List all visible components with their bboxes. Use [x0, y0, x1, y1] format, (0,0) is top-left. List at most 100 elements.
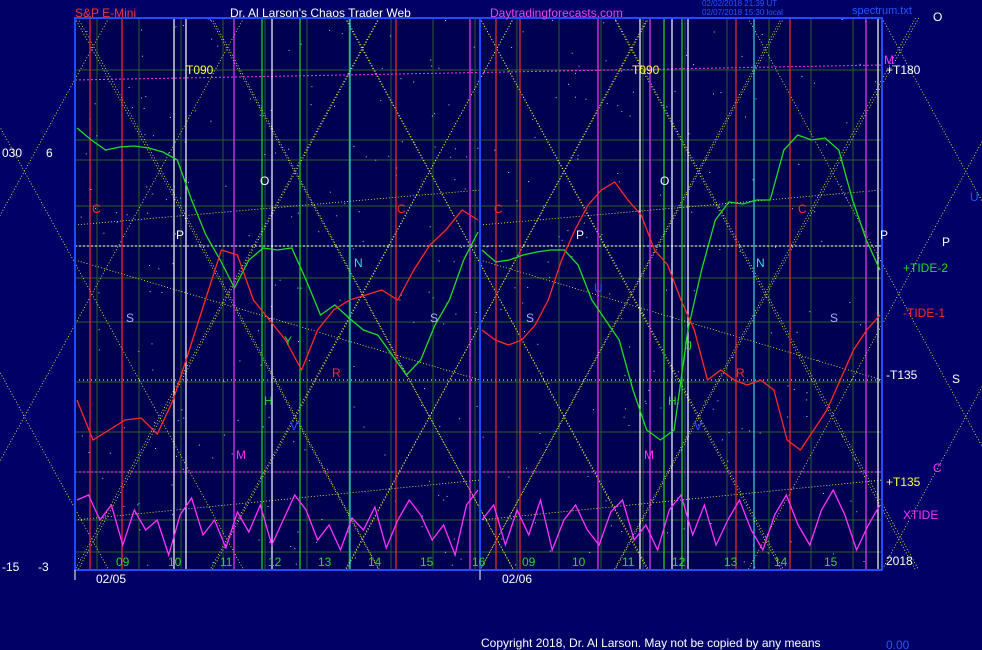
- star-dot: [212, 457, 214, 459]
- event-marker-R: R: [332, 366, 341, 380]
- star-dot: [720, 92, 722, 94]
- star-dot: [605, 60, 607, 62]
- star-dot: [304, 449, 306, 451]
- star-dot: [147, 212, 149, 214]
- event-marker-C: C: [92, 202, 101, 216]
- star-dot: [460, 558, 462, 560]
- star-dot: [231, 453, 233, 455]
- star-dot: [632, 91, 634, 93]
- star-dot: [605, 500, 607, 502]
- star-dot: [308, 359, 310, 361]
- event-marker-U: U: [594, 281, 603, 295]
- star-dot: [194, 110, 196, 112]
- star-dot: [514, 564, 516, 566]
- star-dot: [257, 330, 259, 332]
- chaos-trader-chart: 09 10 11 12 13 14 15 16 09 10 11 12 13 14 15 T090 O P N S S C…: [0, 0, 982, 650]
- right-label-c: C: [933, 461, 942, 475]
- star-dot: [298, 341, 299, 343]
- star-dot: [175, 26, 177, 28]
- hour-label: 10: [572, 555, 586, 569]
- star-dot: [643, 314, 645, 315]
- star-dot: [439, 425, 441, 427]
- star-dot: [193, 199, 195, 201]
- star-dot: [290, 546, 292, 547]
- star-dot: [341, 33, 343, 35]
- star-dot: [413, 321, 415, 323]
- star-dot: [141, 29, 142, 31]
- star-dot: [741, 428, 743, 430]
- star-dot: [624, 375, 626, 377]
- star-dot: [139, 529, 141, 531]
- star-dot: [645, 403, 647, 405]
- star-dot: [126, 214, 128, 216]
- star-dot: [859, 63, 861, 65]
- star-dot: [547, 261, 549, 263]
- symbol-title: S&P E-Mini: [75, 6, 137, 20]
- star-dot: [606, 103, 608, 105]
- star-dot: [138, 503, 140, 505]
- star-dot: [431, 65, 433, 67]
- star-dot: [429, 480, 431, 482]
- star-dot: [471, 69, 473, 71]
- star-dot: [875, 81, 876, 83]
- star-dot: [501, 538, 503, 540]
- star-dot: [571, 52, 573, 54]
- star-dot: [575, 72, 576, 74]
- star-dot: [775, 246, 776, 248]
- star-dot: [455, 313, 457, 315]
- star-dot: [454, 148, 456, 150]
- right-label-t180: +T180: [886, 63, 921, 77]
- star-dot: [352, 248, 354, 250]
- star-dot: [535, 522, 537, 524]
- star-dot: [260, 364, 262, 366]
- star-dot: [817, 359, 819, 361]
- star-dot: [854, 458, 856, 460]
- event-marker-M: M: [236, 448, 246, 462]
- event-marker-S: S: [526, 311, 534, 325]
- star-dot: [123, 427, 125, 429]
- star-dot: [607, 498, 609, 499]
- star-dot: [628, 425, 630, 426]
- star-dot: [603, 22, 605, 24]
- star-dot: [358, 211, 360, 213]
- star-dot: [741, 55, 743, 57]
- copyright: Copyright 2018, Dr. Al Larson. May not b…: [481, 636, 821, 650]
- star-dot: [516, 200, 518, 202]
- star-dot: [863, 561, 865, 562]
- star-dot: [80, 216, 82, 218]
- hour-label: 13: [724, 555, 738, 569]
- star-dot: [704, 400, 706, 402]
- hour-label: 16: [472, 555, 486, 569]
- star-dot: [451, 564, 453, 566]
- star-dot: [743, 561, 745, 563]
- star-dot: [494, 149, 496, 151]
- star-dot: [558, 236, 560, 238]
- timestamp-local: 02/07/2018 15:30 local: [702, 8, 783, 17]
- star-dot: [650, 499, 652, 501]
- star-dot: [826, 144, 827, 146]
- star-dot: [144, 134, 146, 136]
- star-dot: [438, 67, 440, 69]
- star-dot: [705, 159, 707, 160]
- star-dot: [113, 245, 115, 247]
- star-dot: [138, 350, 140, 352]
- star-dot: [288, 49, 290, 51]
- star-dot: [721, 439, 723, 441]
- star-dot: [177, 420, 179, 422]
- star-dot: [147, 564, 149, 566]
- star-dot: [609, 293, 611, 295]
- star-dot: [801, 75, 803, 77]
- star-dot: [749, 430, 750, 432]
- star-dot: [446, 495, 448, 497]
- star-dot: [212, 562, 214, 564]
- star-dot: [542, 372, 544, 374]
- star-dot: [94, 103, 96, 105]
- star-dot: [809, 311, 811, 313]
- star-dot: [161, 292, 163, 293]
- file-name: spectrum.txt: [852, 5, 912, 17]
- star-dot: [511, 47, 513, 48]
- star-dot: [157, 245, 159, 247]
- star-dot: [291, 216, 293, 218]
- star-dot: [787, 385, 789, 387]
- event-marker-S: S: [830, 311, 838, 325]
